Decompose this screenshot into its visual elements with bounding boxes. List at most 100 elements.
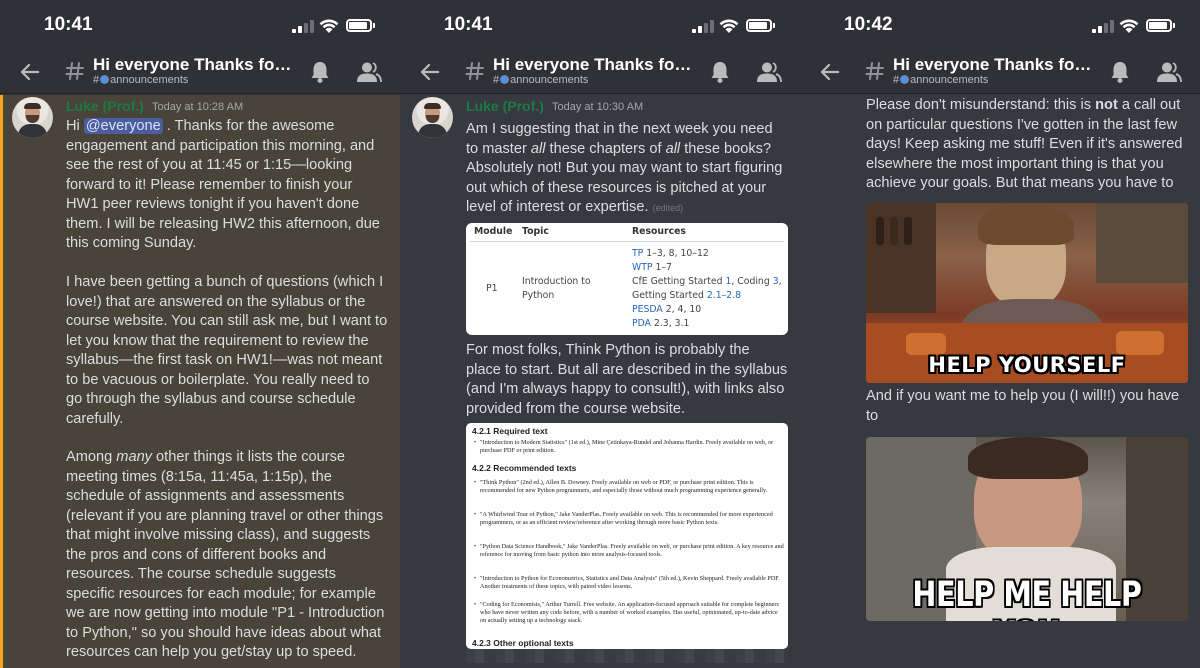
announcement-icon: [100, 75, 110, 84]
author-name[interactable]: Luke (Prof.): [66, 98, 144, 114]
greeting-text: Hi: [66, 118, 80, 134]
resource-link[interactable]: PDA: [632, 318, 651, 329]
screenshot-panel-2: 10:41 Hi everyone Thanks for... # announc…: [400, 0, 800, 668]
para3-before: Among: [66, 449, 117, 465]
help-me-help-you-gif[interactable]: HELP ME HELP YOU: [866, 437, 1188, 621]
status-time: 10:41: [44, 14, 93, 35]
gif-hair: [978, 205, 1074, 245]
resource-line: WTP 1–7: [632, 261, 784, 275]
back-arrow-icon[interactable]: [18, 60, 42, 84]
bell-icon[interactable]: [309, 60, 331, 84]
members-icon[interactable]: [356, 61, 382, 83]
gif-bottle: [876, 217, 884, 245]
hash-icon: [465, 62, 484, 80]
author-name[interactable]: Luke (Prof.): [466, 98, 544, 114]
syllabus-excerpt-image[interactable]: 4.2.1 Required text "Introduction to Mod…: [466, 423, 788, 649]
channel-title[interactable]: Hi everyone Thanks for...: [893, 55, 1093, 75]
channel-name: announcements: [910, 74, 989, 86]
wifi-icon: [1119, 19, 1139, 33]
resource-line: PDA 2.3, 3.1: [632, 317, 784, 331]
wifi-icon: [719, 19, 739, 33]
p1-text-b: these chapters of: [545, 140, 666, 157]
members-icon[interactable]: [756, 61, 782, 83]
doc-item: "Introduction to Python for Econometrics…: [474, 575, 784, 591]
doc-item: "Introduction to Modern Statistics" (1st…: [474, 439, 784, 455]
back-arrow-icon[interactable]: [418, 60, 442, 84]
message-timestamp: Today at 10:30 AM: [552, 101, 644, 113]
resource-detail: 1–7: [652, 262, 672, 273]
gif-caption: HELP ME HELP YOU: [912, 575, 1142, 621]
para3-after: other things it lists the course meeting…: [66, 449, 385, 660]
gif-bottle: [890, 217, 898, 245]
doc-heading: 4.2.2 Recommended texts: [472, 463, 577, 473]
message-paragraph-1: Please don't misunderstand: this is not …: [866, 96, 1188, 194]
resource-link[interactable]: WTP: [632, 262, 652, 273]
help-yourself-gif[interactable]: HELP YOURSELF: [866, 203, 1188, 383]
table-cell-resources: TP 1–3, 8, 10–12 WTP 1–7 CfE Getting Sta…: [632, 247, 784, 331]
resource-detail: 1–3, 8, 10–12: [643, 248, 709, 259]
hash-icon: [65, 62, 84, 80]
channel-title[interactable]: Hi everyone Thanks for...: [93, 55, 293, 75]
p1-text-a: Please don't misunderstand: this is: [866, 97, 1096, 113]
resource-detail: CfE Getting Started: [632, 276, 726, 287]
gif-window: [1096, 203, 1188, 283]
doc-item: "A Whirlwind Tour of Python," Jake Vande…: [474, 511, 784, 527]
hash-icon: [865, 62, 884, 80]
resource-line: CfE Getting Started 1, Coding 3,: [632, 275, 784, 289]
gif-caption: HELP YOURSELF: [928, 353, 1126, 377]
status-bar: 10:41: [400, 0, 800, 52]
back-arrow-icon[interactable]: [818, 60, 842, 84]
message-paragraph-1: Am I suggesting that in the next week yo…: [466, 120, 788, 219]
avatar[interactable]: [12, 97, 53, 138]
members-icon[interactable]: [1156, 61, 1182, 83]
resource-link[interactable]: TP: [632, 248, 643, 259]
table-divider: [470, 241, 784, 242]
gif-bottle: [904, 217, 912, 245]
battery-icon: [1146, 19, 1175, 32]
message-paragraph-3: Among many other things it lists the cou…: [66, 448, 388, 663]
wifi-icon: [319, 19, 339, 33]
announcement-icon: [900, 75, 910, 84]
table-header-module: Module: [474, 226, 513, 237]
channel-header: Hi everyone Thanks for... # announcements: [0, 52, 400, 94]
message-paragraph-2: I have been getting a bunch of questions…: [66, 274, 388, 427]
channel-subtitle: # announcements: [93, 74, 188, 86]
resource-link[interactable]: 2.1–2.8: [707, 290, 741, 301]
p1-emphasis-1: all: [530, 140, 546, 157]
screenshot-panel-3: 10:42 Hi everyone Thanks for... # announc…: [800, 0, 1200, 668]
everyone-mention[interactable]: @everyone: [83, 118, 163, 134]
avatar[interactable]: [412, 97, 453, 138]
resource-detail: Getting Started: [632, 290, 707, 301]
gif-hair: [968, 437, 1088, 479]
battery-icon: [746, 19, 775, 32]
message-paragraph-1: Hi @everyone . Thanks for the awesome en…: [66, 117, 388, 254]
bell-icon[interactable]: [709, 60, 731, 84]
resource-detail: ,: [778, 276, 782, 287]
blurred-footer: [466, 649, 788, 663]
resource-line: PESDA 2, 4, 10: [632, 303, 784, 317]
status-time: 10:41: [444, 14, 493, 35]
hash-prefix: #: [893, 74, 900, 86]
resource-link[interactable]: PESDA: [632, 304, 663, 315]
gif-mug: [1116, 331, 1164, 355]
status-bar: 10:41: [0, 0, 400, 52]
bell-icon[interactable]: [1109, 60, 1131, 84]
cellular-signal-icon: [292, 20, 314, 33]
screenshot-panel-1: 10:41 Hi everyone Thanks for... # announc…: [0, 0, 400, 668]
table-header-resources: Resources: [632, 226, 686, 237]
message-timestamp: Today at 10:28 AM: [152, 101, 244, 113]
para1-text: . Thanks for the awesome engagement and …: [66, 118, 380, 251]
p1-emphasis-2: all: [665, 140, 681, 157]
cellular-signal-icon: [692, 20, 714, 33]
announcement-icon: [500, 75, 510, 84]
channel-title[interactable]: Hi everyone Thanks for...: [493, 55, 693, 75]
table-cell-module: P1: [486, 283, 498, 294]
channel-name: announcements: [510, 74, 589, 86]
resource-line: Getting Started 2.1–2.8: [632, 289, 784, 303]
status-time: 10:42: [844, 14, 893, 35]
edited-marker: (edited): [652, 203, 684, 213]
doc-item: "Python Data Science Handbook," Jake Van…: [474, 543, 784, 559]
channel-subtitle: # announcements: [493, 74, 588, 86]
status-bar: 10:42: [800, 0, 1200, 52]
resources-table-image[interactable]: Module Topic Resources P1 Introduction t…: [466, 223, 788, 335]
